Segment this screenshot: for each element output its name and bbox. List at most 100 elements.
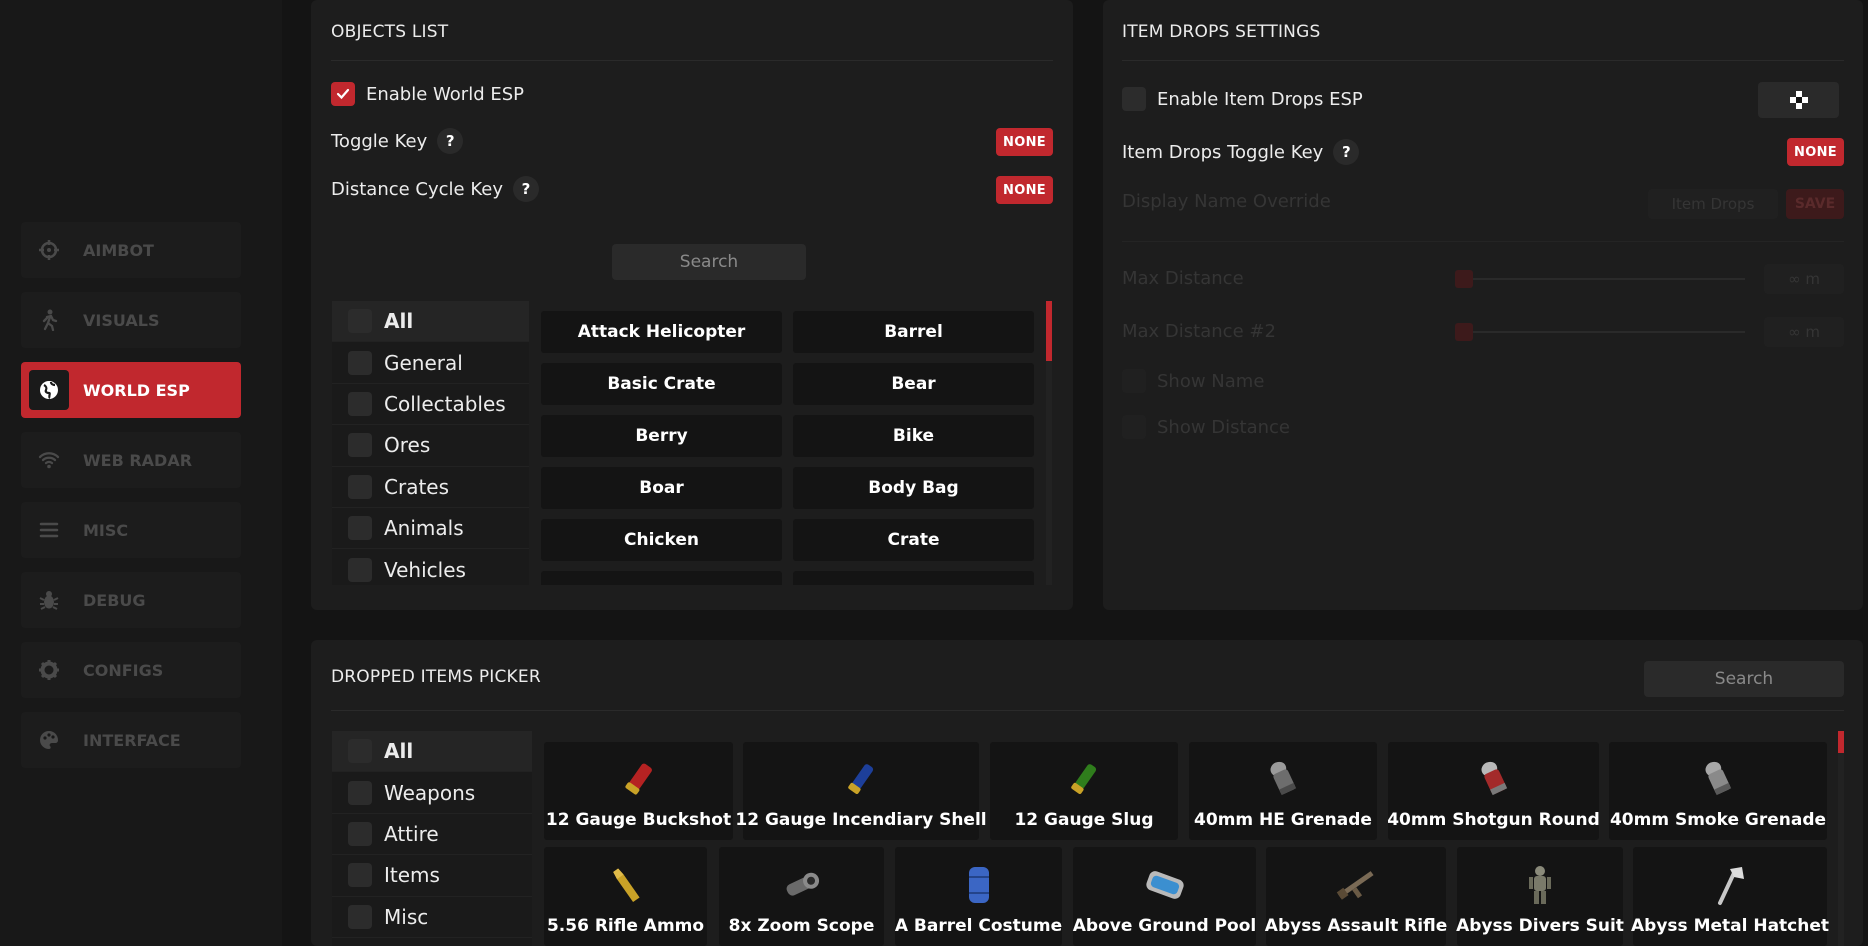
object-button[interactable]: Barrel <box>793 311 1034 353</box>
category-all[interactable]: All <box>332 301 529 343</box>
object-button[interactable]: Crate <box>793 519 1034 561</box>
help-icon[interactable]: ? <box>512 176 539 202</box>
category-all[interactable]: All <box>332 731 532 773</box>
show-distance-checkbox[interactable] <box>1122 415 1146 439</box>
sidebar-item-interface[interactable]: INTERFACE <box>21 712 241 768</box>
category-checkbox[interactable] <box>348 780 372 805</box>
item-card[interactable]: A Barrel Costume <box>895 847 1062 946</box>
sidebar-item-configs[interactable]: CONFIGS <box>21 642 241 698</box>
item-card[interactable]: 5.56 Rifle Ammo <box>544 847 707 946</box>
category-label: All <box>384 309 414 334</box>
help-icon[interactable]: ? <box>437 128 464 154</box>
sidebar-item-label: WEB RADAR <box>83 450 193 470</box>
item-card[interactable]: Abyss Divers Suit <box>1456 847 1624 946</box>
category-checkbox[interactable] <box>348 391 372 416</box>
sidebar-item-label: CONFIGS <box>83 660 164 680</box>
item-label: Abyss Assault Rifle <box>1264 916 1448 936</box>
category-label: Collectables <box>384 391 506 416</box>
dropped-items-search-input[interactable]: Search <box>1644 661 1844 697</box>
object-button[interactable]: Attack Helicopter <box>541 311 782 353</box>
object-button[interactable] <box>541 571 782 585</box>
object-button[interactable]: Boar <box>541 467 782 509</box>
category-collectables[interactable]: Collectables <box>332 384 529 426</box>
category-label: Items <box>384 863 440 888</box>
sidebar-item-visuals[interactable]: VISUALS <box>21 292 241 348</box>
max-distance-slider-knob[interactable] <box>1455 270 1473 288</box>
objects-grid: Attack Helicopter Barrel Basic Crate Bea… <box>541 308 1047 585</box>
category-vehicles[interactable]: Vehicles <box>332 549 529 585</box>
sidebar-item-misc[interactable]: MISC <box>21 502 241 558</box>
color-picker-button[interactable] <box>1758 82 1839 118</box>
object-button[interactable]: Bike <box>793 415 1034 457</box>
object-button[interactable]: Bear <box>793 363 1034 405</box>
item-card[interactable]: 12 Gauge Incendiary Shell <box>735 742 987 840</box>
item-drops-toggle-button[interactable]: NONE <box>1787 138 1844 166</box>
max-distance-2-slider[interactable] <box>1455 331 1745 333</box>
enable-item-drops-checkbox[interactable] <box>1122 87 1146 111</box>
item-card[interactable]: 12 Gauge Buckshot <box>544 742 733 840</box>
show-name-row[interactable]: Show Name <box>1122 369 1264 393</box>
category-checkbox[interactable] <box>348 904 372 929</box>
object-button[interactable]: Body Bag <box>793 467 1034 509</box>
show-name-checkbox[interactable] <box>1122 369 1146 393</box>
object-button[interactable]: Chicken <box>541 519 782 561</box>
category-checkbox[interactable] <box>348 474 372 499</box>
category-checkbox[interactable] <box>348 309 372 334</box>
object-button[interactable]: Berry <box>541 415 782 457</box>
category-crates[interactable]: Crates <box>332 467 529 508</box>
category-weapons[interactable]: Weapons <box>332 772 532 814</box>
category-checkbox[interactable] <box>348 557 372 582</box>
sidebar-item-world-esp[interactable]: WORLD ESP <box>21 362 241 418</box>
category-checkbox[interactable] <box>348 433 372 458</box>
dropped-items-scrollbar[interactable] <box>1838 731 1844 946</box>
category-checkbox[interactable] <box>348 821 372 846</box>
category-checkbox[interactable] <box>348 350 372 375</box>
item-card[interactable]: 12 Gauge Slug <box>990 742 1178 840</box>
max-distance-2-value[interactable]: ∞ m <box>1764 317 1844 347</box>
object-button[interactable]: Basic Crate <box>541 363 782 405</box>
category-animals[interactable]: Animals <box>332 508 529 550</box>
category-misc[interactable]: Misc <box>332 897 532 938</box>
sidebar-item-label: AIMBOT <box>83 240 154 260</box>
sidebar-item-aimbot[interactable]: AIMBOT <box>21 222 241 278</box>
category-label: All <box>384 739 414 764</box>
save-button[interactable]: SAVE <box>1786 189 1844 219</box>
panel-title: DROPPED ITEMS PICKER <box>331 667 541 687</box>
item-card[interactable]: 40mm Smoke Grenade <box>1609 742 1827 840</box>
max-distance-2-slider-knob[interactable] <box>1455 323 1473 341</box>
dropped-items-scrollbar-thumb[interactable] <box>1838 731 1844 753</box>
category-checkbox[interactable] <box>348 516 372 541</box>
item-card[interactable]: Above Ground Pool <box>1073 847 1256 946</box>
sidebar-item-web-radar[interactable]: WEB RADAR <box>21 432 241 488</box>
enable-item-drops-row[interactable]: Enable Item Drops ESP <box>1122 87 1363 111</box>
distance-cycle-key-button[interactable]: NONE <box>996 176 1053 204</box>
max-distance-slider[interactable] <box>1455 278 1745 280</box>
enable-world-esp-checkbox[interactable] <box>331 82 355 106</box>
item-label: 40mm Shotgun Round <box>1387 810 1600 830</box>
object-button[interactable] <box>793 571 1034 585</box>
item-card[interactable]: Abyss Assault Rifle <box>1264 847 1448 946</box>
item-card[interactable]: 8x Zoom Scope <box>719 847 884 946</box>
sidebar-item-debug[interactable]: DEBUG <box>21 572 241 628</box>
item-card[interactable]: 40mm HE Grenade <box>1189 742 1377 840</box>
item-card[interactable]: 40mm Shotgun Round <box>1387 742 1600 840</box>
category-items[interactable]: Items <box>332 855 532 897</box>
diver-suit-icon <box>1515 860 1565 910</box>
max-distance-value[interactable]: ∞ m <box>1764 264 1844 294</box>
category-ores[interactable]: Ores <box>332 425 529 467</box>
category-checkbox[interactable] <box>348 863 372 888</box>
display-name-input[interactable]: Item Drops <box>1648 189 1778 219</box>
objects-scrollbar-thumb[interactable] <box>1046 301 1052 361</box>
enable-world-esp-row[interactable]: Enable World ESP <box>331 82 524 106</box>
item-card[interactable]: Abyss Metal Hatchet <box>1631 847 1829 946</box>
help-icon[interactable]: ? <box>1333 139 1360 165</box>
category-attire[interactable]: Attire <box>332 814 532 856</box>
item-label: 8x Zoom Scope <box>728 916 875 936</box>
objects-search-input[interactable]: Search <box>612 244 806 280</box>
show-distance-row[interactable]: Show Distance <box>1122 415 1290 439</box>
crosshair-icon <box>29 230 69 270</box>
toggle-key-button[interactable]: NONE <box>996 128 1053 156</box>
category-general[interactable]: General <box>332 342 529 384</box>
item-drops-toggle-row: Item Drops Toggle Key ? <box>1122 139 1360 165</box>
category-checkbox[interactable] <box>348 739 372 764</box>
